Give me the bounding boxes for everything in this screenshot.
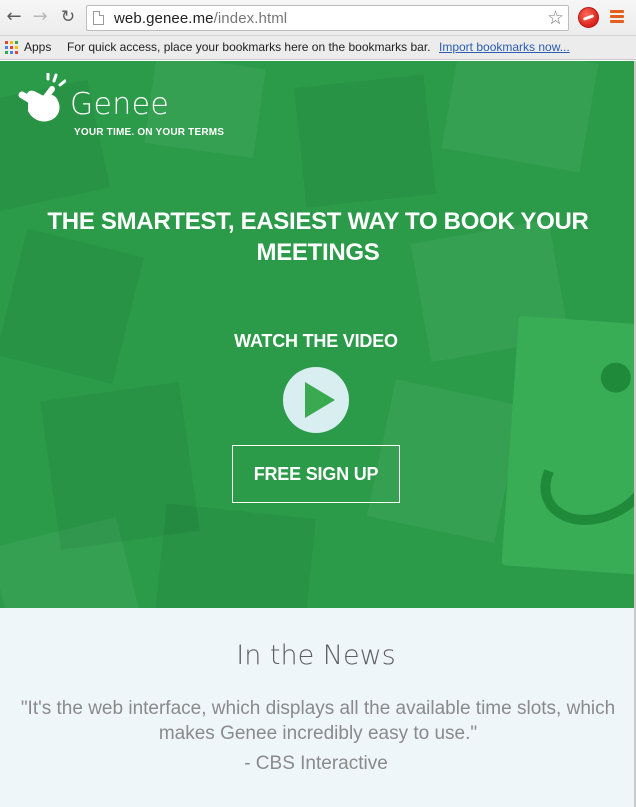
play-icon xyxy=(305,382,335,418)
logo-tagline: YOUR TIME. ON YOUR TERMS xyxy=(74,127,225,138)
play-video-button[interactable] xyxy=(283,367,349,433)
url-host: web.genee.me xyxy=(114,10,214,27)
hero-headline: THE SMARTEST, EASIEST WAY TO BOOK YOUR M… xyxy=(47,208,589,266)
star-icon[interactable]: ☆ xyxy=(547,6,564,30)
hero-section: Genee YOUR TIME. ON YOUR TERMS THE SMART… xyxy=(0,61,636,608)
free-signup-button[interactable]: FREE SIGN UP xyxy=(232,445,400,503)
bookmarks-bar: Apps For quick access, place your bookma… xyxy=(0,36,636,60)
news-section: In the News "It's the web interface, whi… xyxy=(0,608,636,807)
url-path: /index.html xyxy=(213,10,288,27)
news-heading: In the News xyxy=(236,640,396,671)
reload-icon[interactable]: ↻ xyxy=(58,7,78,27)
browser-toolbar: ← → ↻ web.genee.me/index.html ☆ xyxy=(0,0,636,36)
snap-hand-icon xyxy=(18,73,66,122)
address-bar[interactable]: web.genee.me/index.html ☆ xyxy=(86,5,569,31)
apps-grid-icon[interactable] xyxy=(5,41,18,54)
press-source: - CBS Interactive xyxy=(244,753,388,774)
bookmarks-hint: For quick access, place your bookmarks h… xyxy=(67,40,431,54)
background-tile xyxy=(294,74,436,208)
watch-video-label[interactable]: WATCH THE VIDEO xyxy=(0,331,632,352)
press-quote: "It's the web interface, which displays … xyxy=(20,698,616,744)
forward-arrow-icon[interactable]: → xyxy=(30,7,50,27)
menu-icon[interactable] xyxy=(610,10,624,24)
background-tile xyxy=(0,516,141,608)
extension-icon[interactable] xyxy=(578,7,599,28)
url-text[interactable]: web.genee.me/index.html xyxy=(114,10,287,27)
background-tile xyxy=(154,503,316,608)
logo-wordmark: Genee xyxy=(70,87,170,122)
background-tile xyxy=(441,61,599,173)
smiley-card-decoration xyxy=(501,315,636,577)
back-arrow-icon[interactable]: ← xyxy=(4,7,24,27)
page-icon xyxy=(93,11,104,25)
import-bookmarks-link[interactable]: Import bookmarks now... xyxy=(439,40,570,54)
apps-shortcut[interactable]: Apps xyxy=(24,40,51,54)
